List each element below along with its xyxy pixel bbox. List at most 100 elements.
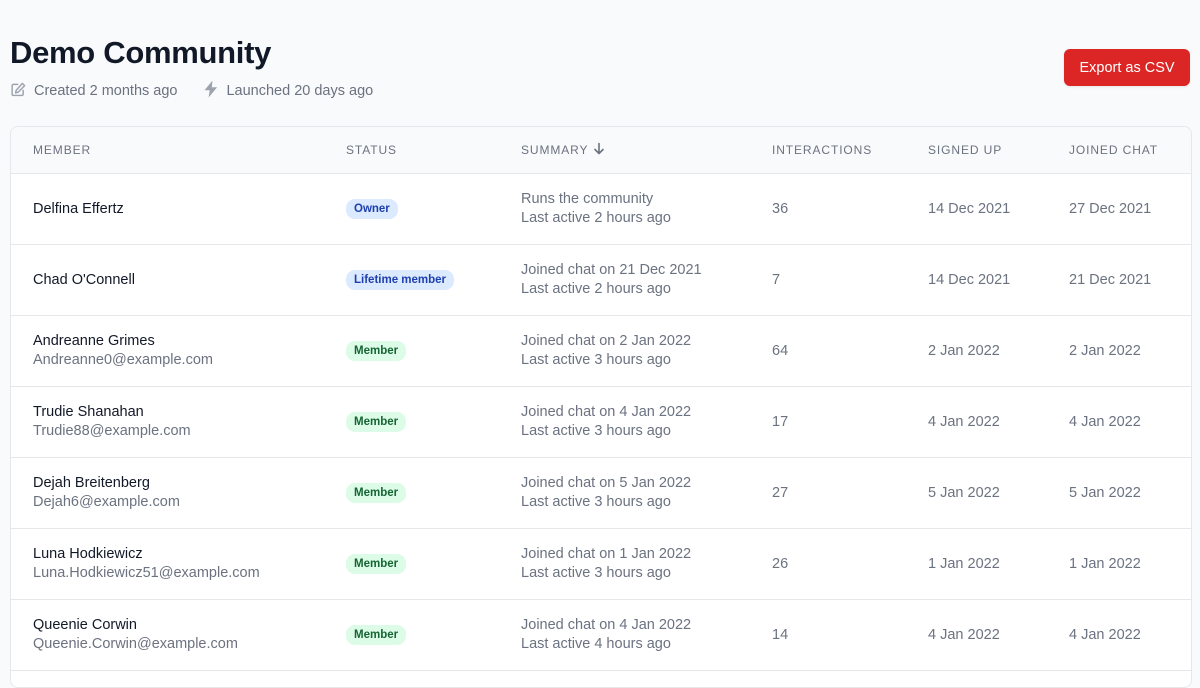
table-row[interactable]: Luna Hodkiewicz Luna.Hodkiewicz51@exampl… — [11, 529, 1191, 600]
interactions-cell: 27 — [772, 484, 789, 501]
interactions-cell: 36 — [772, 200, 789, 217]
summary-cell: Joined chat on 2 Jan 2022 Last active 3 … — [521, 316, 761, 386]
summary-secondary: Last active 3 hours ago — [521, 565, 671, 581]
status-cell: Member — [346, 529, 506, 599]
member-email: Queenie.Corwin@example.com — [33, 636, 238, 652]
created-text: Created 2 months ago — [34, 83, 178, 99]
signed-up-cell: 1 Jan 2022 — [928, 555, 1000, 572]
status-cell: Member — [346, 316, 506, 386]
member-email: Dejah6@example.com — [33, 494, 180, 510]
status-badge: Owner — [346, 199, 398, 219]
member-name: Andreanne Grimes — [33, 333, 155, 349]
signed-up-cell: 14 Dec 2021 — [928, 200, 1011, 217]
summary-secondary: Last active 3 hours ago — [521, 423, 671, 439]
interactions-cell: 26 — [772, 555, 789, 572]
status-cell: Member — [346, 387, 506, 457]
status-badge: Member — [346, 341, 407, 361]
page-meta: Created 2 months ago Launched 20 days ag… — [10, 80, 399, 102]
summary-primary: Joined chat on 4 Jan 2022 — [521, 617, 692, 633]
summary-cell: Joined chat on 4 Jan 2022 Last active 4 … — [521, 600, 761, 670]
joined-chat-cell: 5 Jan 2022 — [1069, 484, 1141, 501]
member-email: Andreanne0@example.com — [33, 352, 213, 368]
members-table: MEMBER STATUS SUMMARY INTERACTIONS SIGNE… — [10, 126, 1192, 688]
status-badge: Lifetime member — [346, 270, 455, 290]
table-row[interactable]: Delfina Effertz Owner Runs the community… — [11, 174, 1191, 245]
summary-secondary: Last active 3 hours ago — [521, 352, 671, 368]
interactions-cell: 64 — [772, 342, 789, 359]
summary-secondary: Last active 3 hours ago — [521, 494, 671, 510]
interactions-cell: 14 — [772, 626, 789, 643]
summary-cell: Joined chat on 1 Jan 2022 Last active 3 … — [521, 529, 761, 599]
status-cell: Member — [346, 458, 506, 528]
joined-chat-cell: 4 Jan 2022 — [1069, 413, 1141, 430]
status-badge: Member — [346, 554, 407, 574]
status-badge: Member — [346, 483, 407, 503]
member-email: Luna.Hodkiewicz51@example.com — [33, 565, 260, 581]
table-header: MEMBER STATUS SUMMARY INTERACTIONS SIGNE… — [11, 127, 1191, 174]
summary-primary: Joined chat on 5 Jan 2022 — [521, 475, 692, 491]
table-row[interactable]: Trudie Shanahan Trudie88@example.com Mem… — [11, 387, 1191, 458]
summary-cell: Runs the community Last active 2 hours a… — [521, 174, 761, 244]
summary-primary: Joined chat on 2 Jan 2022 — [521, 333, 692, 349]
member-name: Dejah Breitenberg — [33, 475, 150, 491]
column-header-interactions[interactable]: INTERACTIONS — [772, 127, 912, 173]
joined-chat-cell: 21 Dec 2021 — [1069, 271, 1152, 288]
pencil-square-icon — [10, 81, 34, 102]
column-header-signed-up[interactable]: SIGNED UP — [928, 127, 1068, 173]
table-row[interactable]: Chad O'Connell Lifetime member Joined ch… — [11, 245, 1191, 316]
signed-up-cell: 4 Jan 2022 — [928, 413, 1000, 430]
summary-cell: Joined chat on 21 Dec 2021 Last active 2… — [521, 245, 761, 315]
created-info: Created 2 months ago — [10, 81, 177, 102]
table-body: Delfina Effertz Owner Runs the community… — [11, 174, 1191, 671]
summary-secondary: Last active 2 hours ago — [521, 210, 671, 226]
page-header: Demo Community Created 2 months ago Laun… — [10, 34, 399, 102]
interactions-cell: 17 — [772, 413, 789, 430]
interactions-cell: 7 — [772, 271, 781, 288]
member-cell: Trudie Shanahan Trudie88@example.com — [33, 387, 323, 457]
joined-chat-cell: 1 Jan 2022 — [1069, 555, 1141, 572]
summary-secondary: Last active 4 hours ago — [521, 636, 671, 652]
column-header-joined-chat[interactable]: JOINED CHAT — [1069, 127, 1189, 173]
summary-primary: Joined chat on 4 Jan 2022 — [521, 404, 692, 420]
summary-primary: Runs the community — [521, 191, 654, 207]
summary-primary: Joined chat on 1 Jan 2022 — [521, 546, 692, 562]
signed-up-cell: 5 Jan 2022 — [928, 484, 1000, 501]
joined-chat-cell: 27 Dec 2021 — [1069, 200, 1152, 217]
arrow-down-icon — [588, 142, 605, 158]
joined-chat-cell: 4 Jan 2022 — [1069, 626, 1141, 643]
member-name: Delfina Effertz — [33, 200, 124, 217]
page-title: Demo Community — [10, 35, 272, 70]
column-header-summary[interactable]: SUMMARY — [521, 127, 761, 173]
member-name: Chad O'Connell — [33, 271, 135, 288]
export-csv-button[interactable]: Export as CSV — [1064, 49, 1190, 86]
table-row[interactable]: Queenie Corwin Queenie.Corwin@example.co… — [11, 600, 1191, 671]
status-badge: Member — [346, 412, 407, 432]
column-header-summary-label: SUMMARY — [521, 143, 589, 157]
signed-up-cell: 14 Dec 2021 — [928, 271, 1011, 288]
status-cell: Owner — [346, 174, 506, 244]
status-cell: Lifetime member — [346, 245, 506, 315]
launched-info: Launched 20 days ago — [203, 80, 373, 102]
summary-cell: Joined chat on 4 Jan 2022 Last active 3 … — [521, 387, 761, 457]
member-name: Luna Hodkiewicz — [33, 546, 143, 562]
status-badge: Member — [346, 625, 407, 645]
status-cell: Member — [346, 600, 506, 670]
launched-text: Launched 20 days ago — [226, 83, 374, 99]
member-cell: Chad O'Connell — [33, 245, 323, 315]
summary-secondary: Last active 2 hours ago — [521, 281, 671, 297]
member-cell: Queenie Corwin Queenie.Corwin@example.co… — [33, 600, 323, 670]
lightning-bolt-icon — [203, 80, 226, 102]
column-header-status[interactable]: STATUS — [346, 127, 506, 173]
signed-up-cell: 4 Jan 2022 — [928, 626, 1000, 643]
signed-up-cell: 2 Jan 2022 — [928, 342, 1000, 359]
member-cell: Luna Hodkiewicz Luna.Hodkiewicz51@exampl… — [33, 529, 323, 599]
member-cell: Delfina Effertz — [33, 174, 323, 244]
member-name: Queenie Corwin — [33, 617, 137, 633]
summary-primary: Joined chat on 21 Dec 2021 — [521, 262, 702, 278]
table-row[interactable]: Andreanne Grimes Andreanne0@example.com … — [11, 316, 1191, 387]
table-row[interactable]: Dejah Breitenberg Dejah6@example.com Mem… — [11, 458, 1191, 529]
member-cell: Andreanne Grimes Andreanne0@example.com — [33, 316, 323, 386]
column-header-member[interactable]: MEMBER — [33, 127, 323, 173]
joined-chat-cell: 2 Jan 2022 — [1069, 342, 1141, 359]
member-name: Trudie Shanahan — [33, 404, 144, 420]
